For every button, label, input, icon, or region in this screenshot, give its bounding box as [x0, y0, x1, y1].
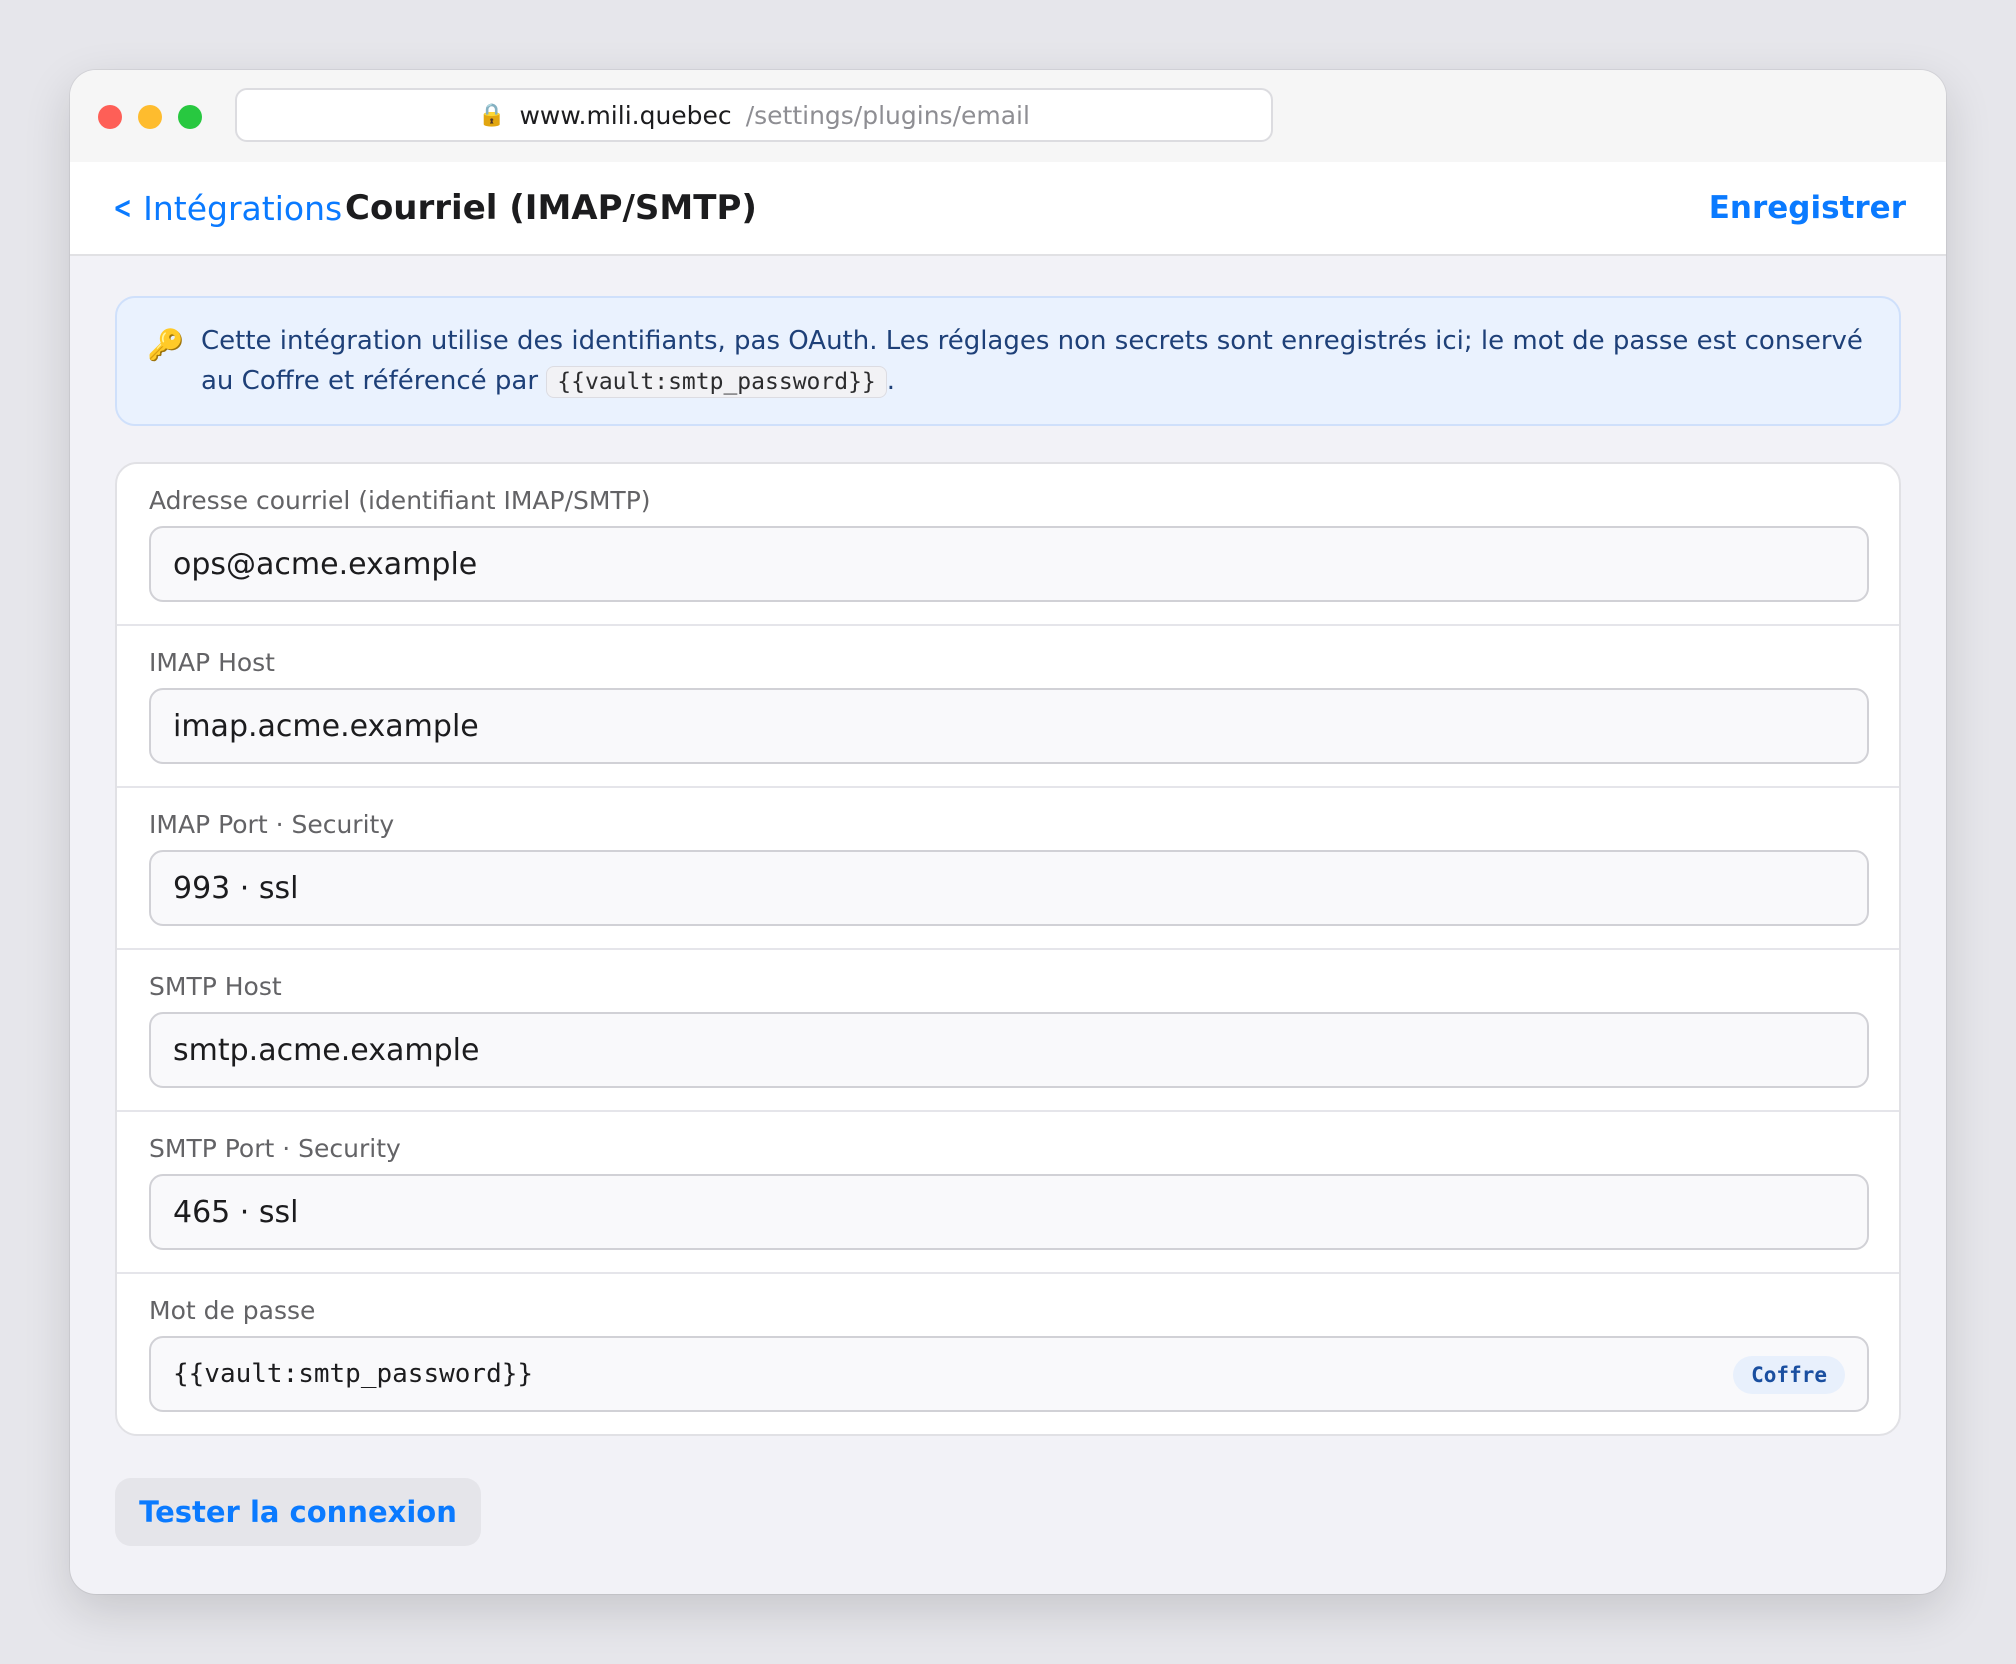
field-row-password: Mot de passe {{vault:smtp_password}} Cof…: [117, 1274, 1899, 1434]
field-row-email: Adresse courriel (identifiant IMAP/SMTP)…: [117, 464, 1899, 626]
back-button[interactable]: < Intégrations: [110, 162, 342, 254]
smtp-host-field[interactable]: smtp.acme.example: [149, 1012, 1869, 1088]
key-icon: 🔑: [147, 328, 185, 363]
close-window-button[interactable]: [98, 105, 122, 129]
save-button[interactable]: Enregistrer: [1709, 162, 1906, 254]
lock-icon: 🔒: [478, 102, 506, 128]
field-row-smtp-host: SMTP Host smtp.acme.example: [117, 950, 1899, 1112]
imap-host-label: IMAP Host: [149, 648, 275, 677]
password-label: Mot de passe: [149, 1296, 316, 1325]
smtp-host-label: SMTP Host: [149, 972, 282, 1001]
password-field[interactable]: {{vault:smtp_password}} Coffre: [149, 1336, 1869, 1412]
test-connection-button[interactable]: Tester la connexion: [115, 1478, 481, 1546]
field-row-imap-host: IMAP Host imap.acme.example: [117, 626, 1899, 788]
email-label: Adresse courriel (identifiant IMAP/SMTP): [149, 486, 651, 515]
page-title: Courriel (IMAP/SMTP): [345, 188, 757, 228]
imap-port-field[interactable]: 993 · ssl: [149, 850, 1869, 926]
smtp-port-field[interactable]: 465 · ssl: [149, 1174, 1869, 1250]
info-notice: 🔑 Cette intégration utilise des identifi…: [115, 296, 1901, 426]
settings-form: Adresse courriel (identifiant IMAP/SMTP)…: [115, 462, 1901, 1436]
vault-badge: Coffre: [1733, 1356, 1845, 1394]
address-bar[interactable]: 🔒 www.mili.quebec /settings/plugins/emai…: [235, 88, 1273, 142]
navigation-bar: < Intégrations Courriel (IMAP/SMTP) Enre…: [70, 162, 1946, 256]
field-row-smtp-port: SMTP Port · Security 465 · ssl: [117, 1112, 1899, 1274]
notice-text: Cette intégration utilise des identifian…: [201, 321, 1881, 402]
maximize-window-button[interactable]: [178, 105, 202, 129]
smtp-port-label: SMTP Port · Security: [149, 1134, 401, 1163]
back-label: Intégrations: [143, 188, 343, 228]
notice-vault-reference: {{vault:smtp_password}}: [546, 366, 887, 398]
chevron-left-icon: <: [113, 190, 132, 226]
notice-suffix: .: [886, 366, 896, 396]
url-domain: www.mili.quebec: [519, 100, 732, 130]
browser-window: 🔒 www.mili.quebec /settings/plugins/emai…: [70, 70, 1946, 1594]
imap-port-label: IMAP Port · Security: [149, 810, 395, 839]
email-field[interactable]: ops@acme.example: [149, 526, 1869, 602]
field-row-imap-port: IMAP Port · Security 993 · ssl: [117, 788, 1899, 950]
browser-titlebar: 🔒 www.mili.quebec /settings/plugins/emai…: [70, 70, 1946, 164]
imap-host-field[interactable]: imap.acme.example: [149, 688, 1869, 764]
notice-message: Cette intégration utilise des identifian…: [201, 326, 1863, 396]
url-path: /settings/plugins/email: [745, 100, 1030, 130]
minimize-window-button[interactable]: [138, 105, 162, 129]
password-value: {{vault:smtp_password}}: [173, 1359, 534, 1389]
